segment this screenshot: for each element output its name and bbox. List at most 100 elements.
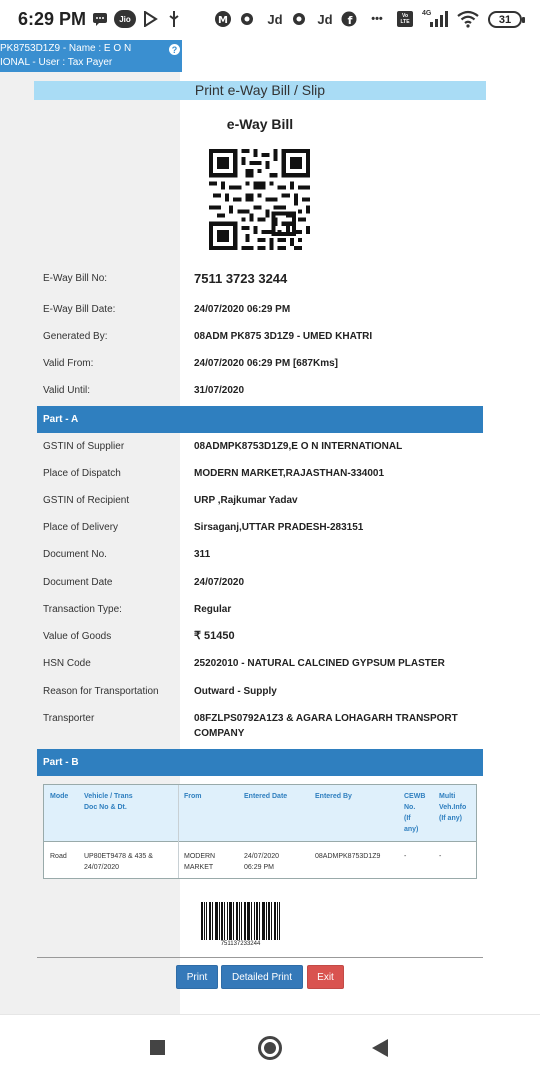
td-vehicle-line2: 24/07/2020 bbox=[84, 864, 120, 871]
message-icon bbox=[92, 10, 108, 28]
th-cewb-line3: (If bbox=[404, 815, 411, 822]
sync-icon bbox=[240, 10, 254, 28]
ewaybill-date-label: E-Way Bill Date: bbox=[43, 304, 116, 315]
wifi-icon bbox=[456, 10, 480, 28]
td-from-line2: MARKET bbox=[184, 864, 214, 871]
transporter-value-line2: COMPANY bbox=[194, 728, 245, 739]
gstin-recipient-label: GSTIN of Recipient bbox=[43, 495, 130, 506]
sync-icon bbox=[292, 10, 306, 28]
status-bar: 6:29 PM Jio M Jd Jd f ••• Vo LTE 4G 31 bbox=[0, 0, 540, 40]
document-no-value: 311 bbox=[194, 549, 211, 560]
td-from-line1: MODERN bbox=[184, 853, 216, 860]
td-entered-date: 24/07/2020 06:29 PM bbox=[244, 851, 279, 873]
value-of-goods-label: Value of Goods bbox=[43, 631, 112, 642]
td-entered-date-line1: 24/07/2020 bbox=[244, 853, 280, 860]
gstin-supplier-label: GSTIN of Supplier bbox=[43, 441, 125, 452]
place-of-delivery-value: Sirsaganj,UTTAR PRADESH-283151 bbox=[194, 522, 364, 533]
usb-icon bbox=[168, 10, 180, 28]
svg-text:M: M bbox=[218, 15, 228, 26]
gstin-supplier-value: 08ADMPK8753D1Z9,E O N INTERNATIONAL bbox=[194, 441, 403, 452]
transaction-type-value: Regular bbox=[194, 604, 232, 615]
volte-icon: Vo LTE bbox=[397, 11, 413, 27]
exit-button[interactable]: Exit bbox=[307, 965, 344, 989]
document-date-value: 24/07/2020 bbox=[194, 577, 245, 588]
reason-transport-label: Reason for Transportation bbox=[43, 686, 159, 697]
facebook-icon: f bbox=[341, 10, 357, 28]
print-button[interactable]: Print bbox=[176, 965, 218, 989]
jd-icon: Jd bbox=[267, 11, 283, 27]
network-label: 4G bbox=[422, 10, 432, 17]
svg-text:f: f bbox=[348, 14, 353, 27]
transporter-value: 08FZLPS0792A1Z3 & AGARA LOHAGARH TRANSPO… bbox=[194, 711, 458, 741]
qr-code bbox=[209, 149, 310, 250]
generated-by-value: 08ADM PK875 3D1Z9 - UMED KHATRI bbox=[194, 331, 373, 342]
back-icon[interactable] bbox=[372, 1039, 388, 1057]
th-vehicle-line2: Doc No & Dt. bbox=[84, 804, 127, 811]
th-entered-date: Entered Date bbox=[244, 793, 288, 800]
th-multi: Multi Veh.Info (If any) bbox=[439, 791, 466, 824]
valid-until-label: Valid Until: bbox=[43, 385, 91, 396]
recents-icon[interactable] bbox=[150, 1040, 165, 1055]
reason-transport-value: Outward - Supply bbox=[194, 686, 277, 697]
column-divider bbox=[178, 785, 179, 878]
ewaybill-heading: e-Way Bill bbox=[226, 116, 294, 132]
detailed-print-button[interactable]: Detailed Print bbox=[221, 965, 303, 989]
th-vehicle: Vehicle / Trans Doc No & Dt. bbox=[84, 791, 133, 813]
td-mode: Road bbox=[50, 853, 67, 860]
barcode-number: 751137233244 bbox=[220, 941, 261, 947]
part-b-table: Mode Vehicle / Trans Doc No & Dt. From E… bbox=[43, 784, 477, 879]
status-time: 6:29 PM bbox=[18, 9, 87, 29]
th-cewb-line1: CEWB bbox=[404, 793, 426, 800]
valid-from-value: 24/07/2020 06:29 PM [687Kms] bbox=[194, 358, 338, 369]
th-cewb: CEWB No. (If any) bbox=[404, 791, 425, 835]
td-entered-date-line2: 06:29 PM bbox=[244, 864, 274, 871]
th-mode: Mode bbox=[50, 793, 69, 800]
play-icon bbox=[142, 10, 158, 28]
barcode bbox=[201, 902, 280, 940]
td-vehicle-line1: UP80ET9478 & 435 & bbox=[84, 853, 153, 860]
ewaybill-no-label: E-Way Bill No: bbox=[43, 273, 108, 284]
app-icon: M bbox=[214, 10, 232, 28]
part-b-table-header: Mode Vehicle / Trans Doc No & Dt. From E… bbox=[44, 785, 476, 842]
jio-icon: Jio bbox=[114, 10, 136, 28]
help-icon[interactable]: ? bbox=[169, 44, 180, 55]
divider bbox=[37, 957, 483, 958]
transporter-value-line1: 08FZLPS0792A1Z3 & AGARA LOHAGARH TRANSPO… bbox=[194, 713, 458, 724]
th-multi-line2: Veh.Info bbox=[439, 804, 467, 811]
hsn-code-label: HSN Code bbox=[43, 658, 91, 669]
td-entered-by: 08ADMPK8753D1Z9 bbox=[315, 853, 381, 860]
gstin-recipient-value: URP ,Rajkumar Yadav bbox=[194, 495, 298, 506]
th-multi-line3: (If any) bbox=[439, 815, 462, 822]
part-b-header: Part - B bbox=[37, 749, 483, 776]
battery-indicator: 31 bbox=[488, 11, 525, 28]
home-icon[interactable] bbox=[258, 1036, 282, 1060]
jd-icon: Jd bbox=[317, 11, 333, 27]
td-from: MODERN MARKET bbox=[184, 851, 215, 873]
hsn-code-value: 25202010 - NATURAL CALCINED GYPSUM PLAST… bbox=[194, 658, 445, 669]
ewaybill-no-value: 7511 3723 3244 bbox=[194, 271, 288, 286]
place-of-dispatch-value: MODERN MARKET,RAJASTHAN-334001 bbox=[194, 468, 385, 479]
value-of-goods-value: ₹ 51450 bbox=[194, 630, 235, 642]
user-info-line2: IONAL - User : Tax Payer bbox=[0, 57, 113, 68]
transporter-label: Transporter bbox=[43, 713, 95, 724]
transaction-type-label: Transaction Type: bbox=[43, 604, 122, 615]
place-of-delivery-label: Place of Delivery bbox=[43, 522, 119, 533]
td-cewb: - bbox=[404, 853, 407, 860]
page-title: Print e-Way Bill / Slip bbox=[34, 81, 486, 100]
th-multi-line1: Multi bbox=[439, 793, 456, 800]
valid-from-label: Valid From: bbox=[43, 358, 94, 369]
user-info-line1: PK8753D1Z9 - Name : E O N bbox=[0, 43, 132, 54]
th-from: From bbox=[184, 793, 202, 800]
ewaybill-date-value: 24/07/2020 06:29 PM bbox=[194, 304, 291, 315]
th-cewb-line4: any) bbox=[404, 826, 419, 833]
more-icon: ••• bbox=[371, 13, 383, 25]
td-multi: - bbox=[439, 853, 442, 860]
th-entered-by: Entered By bbox=[315, 793, 352, 800]
part-a-header: Part - A bbox=[37, 406, 483, 433]
valid-until-value: 31/07/2020 bbox=[194, 385, 245, 396]
th-cewb-line2: No. bbox=[404, 804, 416, 811]
td-vehicle: UP80ET9478 & 435 & 24/07/2020 bbox=[84, 851, 153, 873]
document-date-label: Document Date bbox=[43, 577, 113, 588]
document-no-label: Document No. bbox=[43, 549, 107, 560]
user-info-strip: PK8753D1Z9 - Name : E O N IONAL - User :… bbox=[0, 40, 182, 72]
